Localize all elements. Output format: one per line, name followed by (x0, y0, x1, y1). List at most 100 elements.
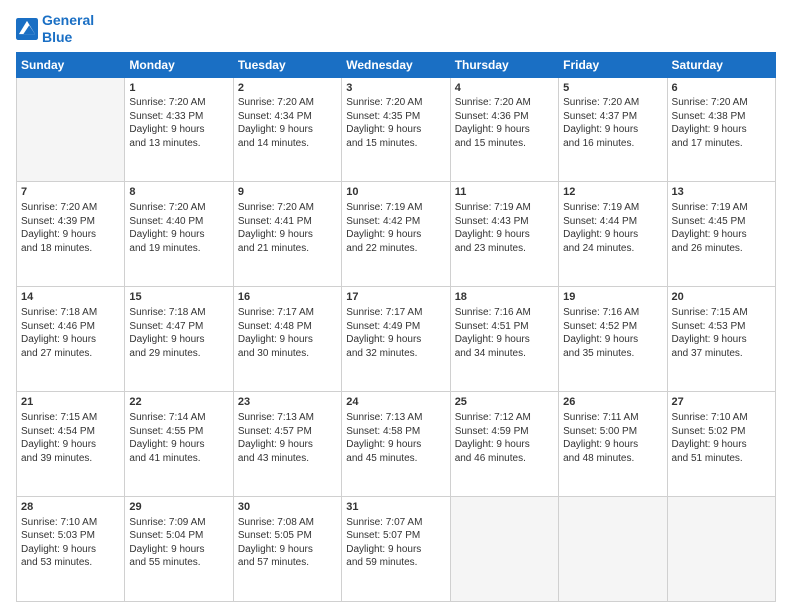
logo-icon (16, 18, 38, 40)
calendar-day-cell: 18Sunrise: 7:16 AMSunset: 4:51 PMDayligh… (450, 287, 558, 392)
day-number: 25 (455, 395, 554, 410)
day-number: 30 (238, 500, 337, 515)
calendar-day-cell: 7Sunrise: 7:20 AMSunset: 4:39 PMDaylight… (17, 182, 125, 287)
calendar-week-row: 21Sunrise: 7:15 AMSunset: 4:54 PMDayligh… (17, 392, 776, 497)
day-number: 3 (346, 81, 445, 96)
weekday-cell: Wednesday (342, 52, 450, 77)
day-number: 8 (129, 185, 228, 200)
weekday-cell: Saturday (667, 52, 775, 77)
logo: General Blue (16, 12, 94, 46)
calendar-day-cell: 26Sunrise: 7:11 AMSunset: 5:00 PMDayligh… (559, 392, 667, 497)
day-info: Sunrise: 7:14 AMSunset: 4:55 PMDaylight:… (129, 411, 228, 465)
day-info: Sunrise: 7:10 AMSunset: 5:02 PMDaylight:… (672, 411, 771, 465)
day-info: Sunrise: 7:13 AMSunset: 4:57 PMDaylight:… (238, 411, 337, 465)
calendar-day-cell: 19Sunrise: 7:16 AMSunset: 4:52 PMDayligh… (559, 287, 667, 392)
day-number: 20 (672, 290, 771, 305)
calendar-day-cell (667, 497, 775, 602)
day-number: 1 (129, 81, 228, 96)
day-number: 28 (21, 500, 120, 515)
weekday-cell: Monday (125, 52, 233, 77)
day-number: 4 (455, 81, 554, 96)
day-info: Sunrise: 7:16 AMSunset: 4:52 PMDaylight:… (563, 306, 662, 360)
calendar: SundayMondayTuesdayWednesdayThursdayFrid… (16, 52, 776, 602)
calendar-week-row: 14Sunrise: 7:18 AMSunset: 4:46 PMDayligh… (17, 287, 776, 392)
day-info: Sunrise: 7:18 AMSunset: 4:46 PMDaylight:… (21, 306, 120, 360)
calendar-day-cell: 13Sunrise: 7:19 AMSunset: 4:45 PMDayligh… (667, 182, 775, 287)
calendar-day-cell: 12Sunrise: 7:19 AMSunset: 4:44 PMDayligh… (559, 182, 667, 287)
day-number: 13 (672, 185, 771, 200)
calendar-day-cell: 9Sunrise: 7:20 AMSunset: 4:41 PMDaylight… (233, 182, 341, 287)
day-info: Sunrise: 7:20 AMSunset: 4:35 PMDaylight:… (346, 96, 445, 150)
weekday-header: SundayMondayTuesdayWednesdayThursdayFrid… (17, 52, 776, 77)
day-info: Sunrise: 7:10 AMSunset: 5:03 PMDaylight:… (21, 516, 120, 570)
day-number: 19 (563, 290, 662, 305)
calendar-day-cell: 29Sunrise: 7:09 AMSunset: 5:04 PMDayligh… (125, 497, 233, 602)
calendar-week-row: 1Sunrise: 7:20 AMSunset: 4:33 PMDaylight… (17, 77, 776, 182)
calendar-day-cell (559, 497, 667, 602)
day-number: 24 (346, 395, 445, 410)
calendar-day-cell: 21Sunrise: 7:15 AMSunset: 4:54 PMDayligh… (17, 392, 125, 497)
day-info: Sunrise: 7:15 AMSunset: 4:53 PMDaylight:… (672, 306, 771, 360)
day-info: Sunrise: 7:11 AMSunset: 5:00 PMDaylight:… (563, 411, 662, 465)
calendar-day-cell: 2Sunrise: 7:20 AMSunset: 4:34 PMDaylight… (233, 77, 341, 182)
day-number: 29 (129, 500, 228, 515)
day-number: 27 (672, 395, 771, 410)
calendar-day-cell: 23Sunrise: 7:13 AMSunset: 4:57 PMDayligh… (233, 392, 341, 497)
day-number: 21 (21, 395, 120, 410)
calendar-day-cell: 31Sunrise: 7:07 AMSunset: 5:07 PMDayligh… (342, 497, 450, 602)
calendar-day-cell: 30Sunrise: 7:08 AMSunset: 5:05 PMDayligh… (233, 497, 341, 602)
day-number: 31 (346, 500, 445, 515)
calendar-day-cell: 20Sunrise: 7:15 AMSunset: 4:53 PMDayligh… (667, 287, 775, 392)
calendar-day-cell: 28Sunrise: 7:10 AMSunset: 5:03 PMDayligh… (17, 497, 125, 602)
day-number: 14 (21, 290, 120, 305)
day-info: Sunrise: 7:08 AMSunset: 5:05 PMDaylight:… (238, 516, 337, 570)
day-number: 23 (238, 395, 337, 410)
calendar-day-cell: 27Sunrise: 7:10 AMSunset: 5:02 PMDayligh… (667, 392, 775, 497)
day-number: 22 (129, 395, 228, 410)
calendar-day-cell: 11Sunrise: 7:19 AMSunset: 4:43 PMDayligh… (450, 182, 558, 287)
day-info: Sunrise: 7:18 AMSunset: 4:47 PMDaylight:… (129, 306, 228, 360)
calendar-day-cell (450, 497, 558, 602)
calendar-day-cell: 6Sunrise: 7:20 AMSunset: 4:38 PMDaylight… (667, 77, 775, 182)
day-info: Sunrise: 7:20 AMSunset: 4:37 PMDaylight:… (563, 96, 662, 150)
day-info: Sunrise: 7:13 AMSunset: 4:58 PMDaylight:… (346, 411, 445, 465)
day-info: Sunrise: 7:20 AMSunset: 4:38 PMDaylight:… (672, 96, 771, 150)
day-number: 7 (21, 185, 120, 200)
day-info: Sunrise: 7:20 AMSunset: 4:33 PMDaylight:… (129, 96, 228, 150)
day-info: Sunrise: 7:20 AMSunset: 4:40 PMDaylight:… (129, 201, 228, 255)
calendar-day-cell: 15Sunrise: 7:18 AMSunset: 4:47 PMDayligh… (125, 287, 233, 392)
calendar-day-cell: 14Sunrise: 7:18 AMSunset: 4:46 PMDayligh… (17, 287, 125, 392)
day-number: 18 (455, 290, 554, 305)
weekday-cell: Friday (559, 52, 667, 77)
day-number: 5 (563, 81, 662, 96)
day-info: Sunrise: 7:17 AMSunset: 4:49 PMDaylight:… (346, 306, 445, 360)
weekday-cell: Sunday (17, 52, 125, 77)
weekday-cell: Thursday (450, 52, 558, 77)
day-info: Sunrise: 7:19 AMSunset: 4:44 PMDaylight:… (563, 201, 662, 255)
day-info: Sunrise: 7:12 AMSunset: 4:59 PMDaylight:… (455, 411, 554, 465)
calendar-day-cell: 5Sunrise: 7:20 AMSunset: 4:37 PMDaylight… (559, 77, 667, 182)
day-info: Sunrise: 7:20 AMSunset: 4:36 PMDaylight:… (455, 96, 554, 150)
day-info: Sunrise: 7:20 AMSunset: 4:39 PMDaylight:… (21, 201, 120, 255)
day-number: 17 (346, 290, 445, 305)
day-info: Sunrise: 7:19 AMSunset: 4:42 PMDaylight:… (346, 201, 445, 255)
day-number: 2 (238, 81, 337, 96)
calendar-day-cell: 24Sunrise: 7:13 AMSunset: 4:58 PMDayligh… (342, 392, 450, 497)
calendar-day-cell: 10Sunrise: 7:19 AMSunset: 4:42 PMDayligh… (342, 182, 450, 287)
day-number: 10 (346, 185, 445, 200)
calendar-week-row: 7Sunrise: 7:20 AMSunset: 4:39 PMDaylight… (17, 182, 776, 287)
day-info: Sunrise: 7:17 AMSunset: 4:48 PMDaylight:… (238, 306, 337, 360)
day-number: 6 (672, 81, 771, 96)
calendar-day-cell: 22Sunrise: 7:14 AMSunset: 4:55 PMDayligh… (125, 392, 233, 497)
day-info: Sunrise: 7:07 AMSunset: 5:07 PMDaylight:… (346, 516, 445, 570)
day-number: 16 (238, 290, 337, 305)
header: General Blue (16, 12, 776, 46)
day-number: 11 (455, 185, 554, 200)
day-number: 9 (238, 185, 337, 200)
calendar-body: 1Sunrise: 7:20 AMSunset: 4:33 PMDaylight… (17, 77, 776, 601)
calendar-day-cell (17, 77, 125, 182)
day-number: 26 (563, 395, 662, 410)
logo-text: General Blue (42, 12, 94, 46)
calendar-day-cell: 4Sunrise: 7:20 AMSunset: 4:36 PMDaylight… (450, 77, 558, 182)
day-info: Sunrise: 7:19 AMSunset: 4:43 PMDaylight:… (455, 201, 554, 255)
